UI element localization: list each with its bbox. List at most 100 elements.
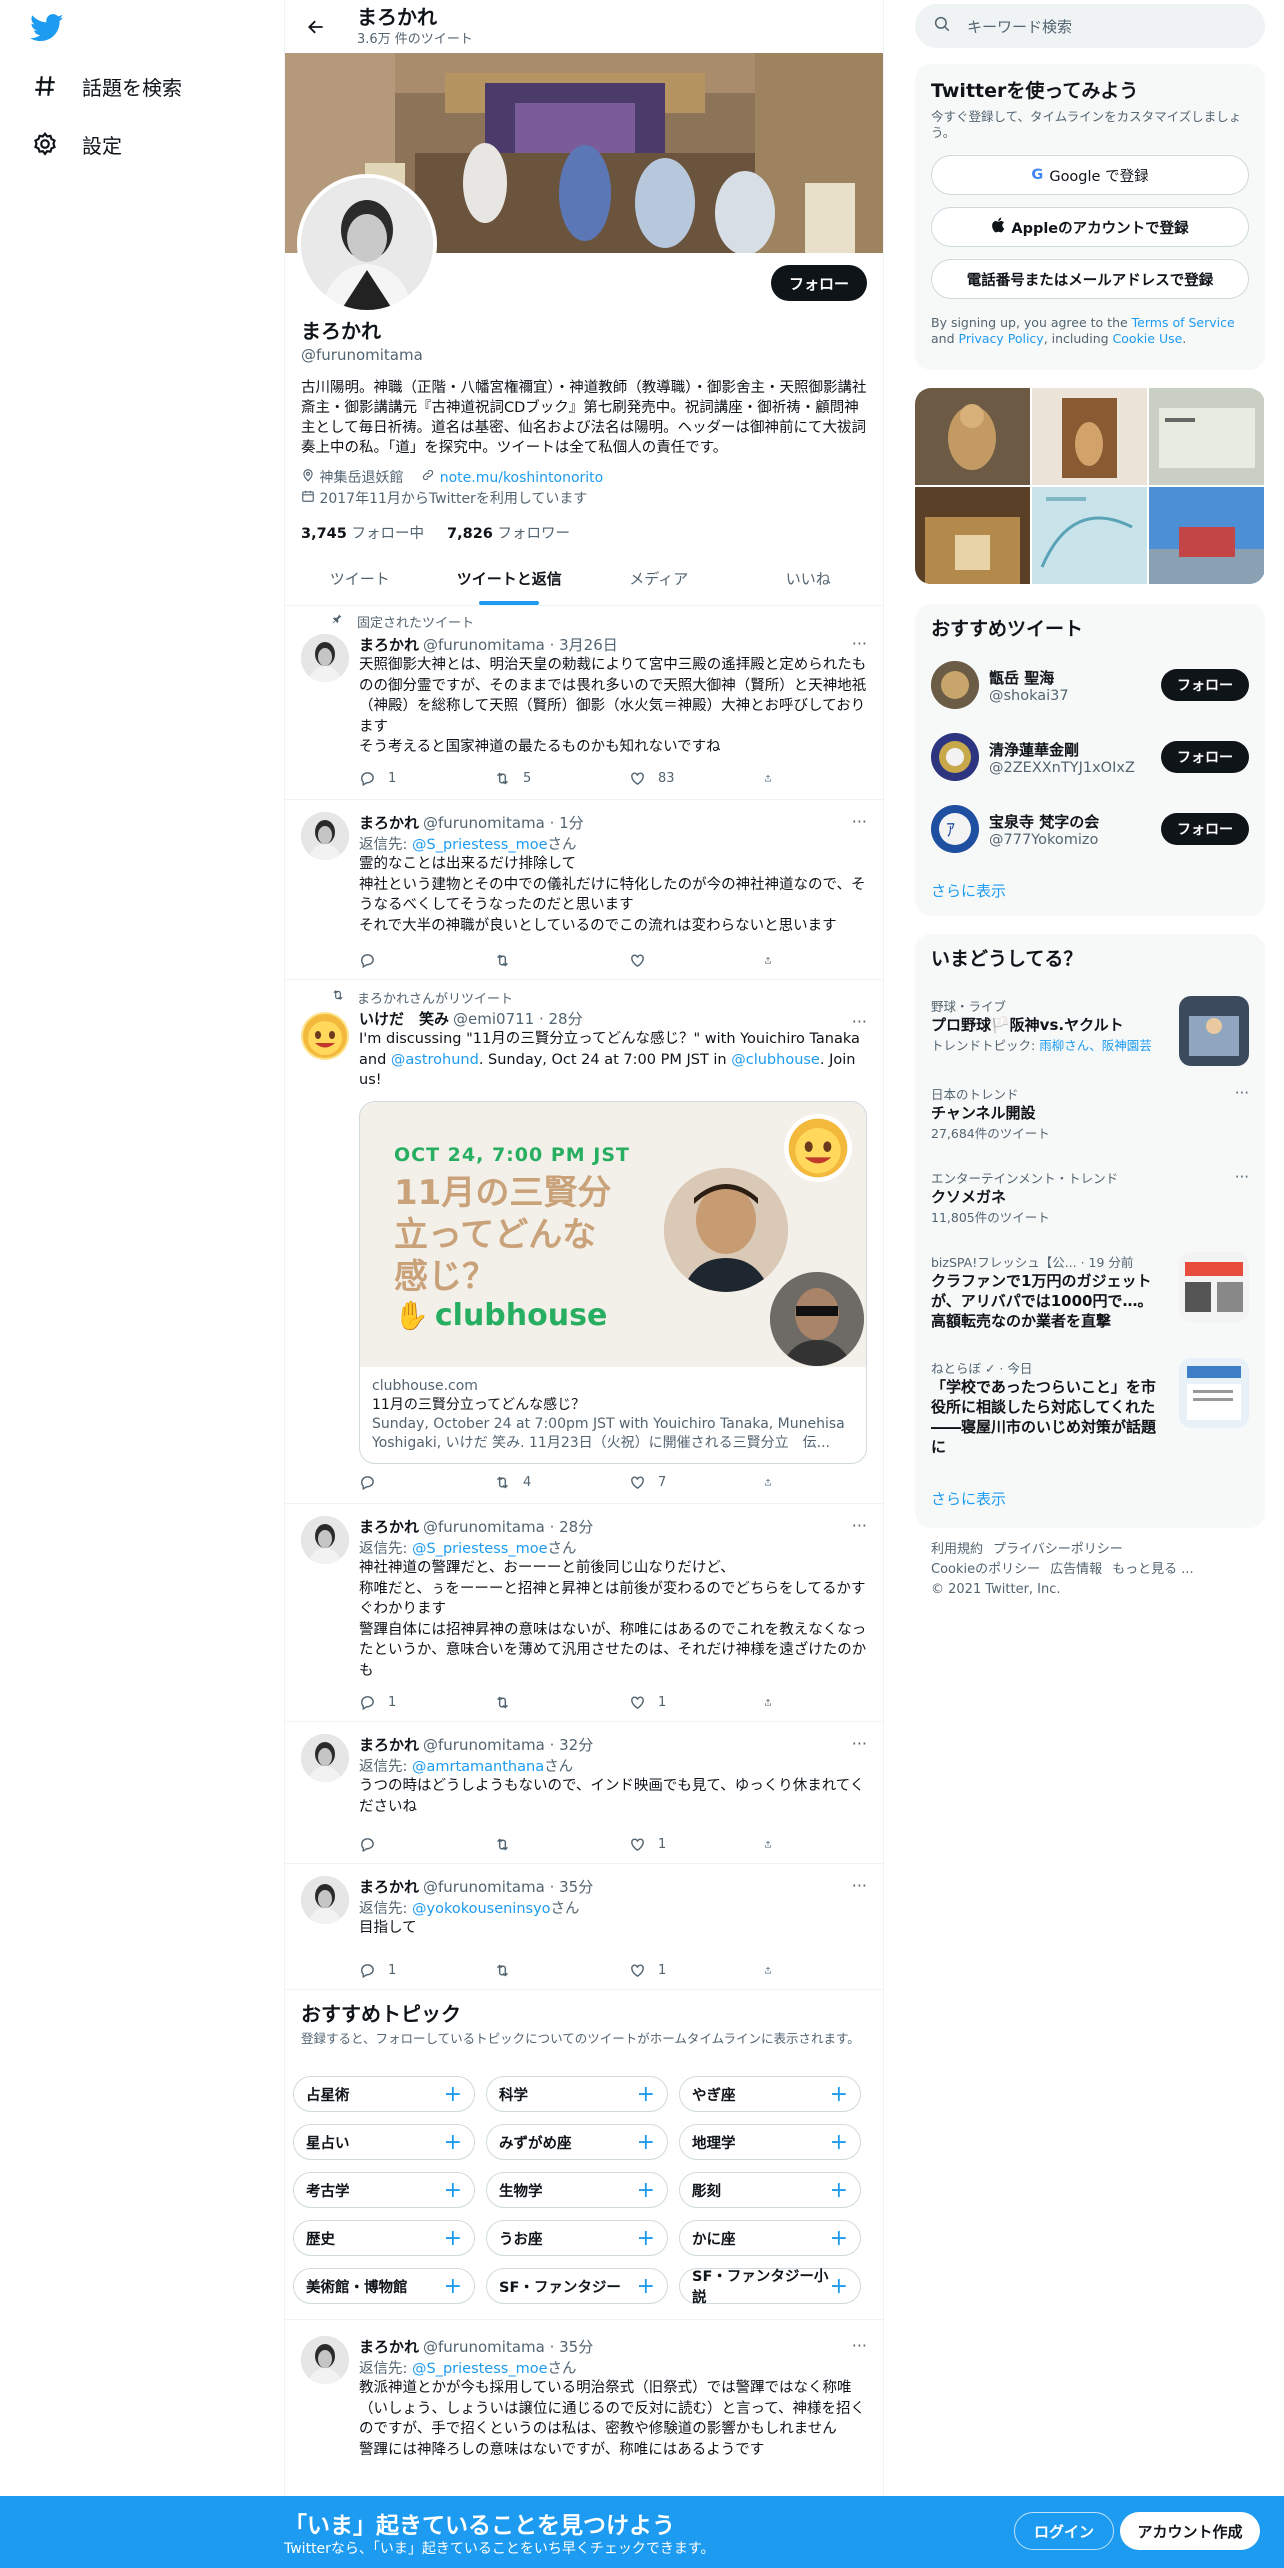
profile-avatar[interactable] bbox=[297, 174, 437, 314]
more-options-icon[interactable]: ··· bbox=[852, 634, 867, 653]
like-button[interactable]: 1 bbox=[629, 1692, 729, 1712]
retweet-button[interactable]: 4 bbox=[494, 1472, 594, 1492]
like-button[interactable]: 83 bbox=[629, 768, 729, 788]
topic-chip[interactable]: 占星術 + bbox=[293, 2076, 475, 2112]
footer-link[interactable]: Cookieのポリシー bbox=[931, 1562, 1040, 1577]
search-box[interactable]: キーワード検索 bbox=[915, 4, 1265, 48]
topic-chip[interactable]: 彫刻 + bbox=[679, 2172, 861, 2208]
who-show-more-link[interactable]: さらに表示 bbox=[931, 880, 1006, 901]
topic-chip[interactable]: 考古学 + bbox=[293, 2172, 475, 2208]
topic-chip[interactable]: 星占い + bbox=[293, 2124, 475, 2160]
tweet-retweet[interactable]: まろかれさんがリツイート ··· いけだ 笑み @emi0711 · 28分 I'… bbox=[285, 980, 883, 1504]
reply-to-mention[interactable]: @S_priestess_moe bbox=[412, 2361, 548, 2377]
like-button[interactable]: 7 bbox=[629, 1472, 729, 1492]
like-button[interactable]: 1 bbox=[629, 1960, 729, 1980]
share-button[interactable] bbox=[764, 1472, 784, 1492]
mention-link[interactable]: @clubhouse bbox=[731, 1052, 820, 1068]
media-thumbnail[interactable] bbox=[915, 388, 1030, 485]
google-signup-button[interactable]: G Google で登録 bbox=[931, 155, 1249, 195]
more-options-icon[interactable]: ··· bbox=[852, 2336, 867, 2355]
phone-email-signup-button[interactable]: 電話番号またはメールアドレスで登録 bbox=[931, 259, 1249, 299]
tweet-reply[interactable]: ··· まろかれ @furunomitama · 32分 返信先: @amrtam… bbox=[285, 1722, 883, 1864]
nav-explore[interactable]: 話題を検索 bbox=[30, 66, 182, 106]
reply-button[interactable]: 1 bbox=[359, 1960, 459, 1980]
nav-settings[interactable]: 設定 bbox=[30, 124, 122, 164]
reply-to-mention[interactable]: @S_priestess_moe bbox=[412, 1541, 548, 1557]
share-button[interactable] bbox=[764, 1834, 784, 1854]
mention-link[interactable]: @astrohund bbox=[391, 1052, 479, 1068]
tweet-avatar[interactable] bbox=[301, 2336, 349, 2384]
follow-button[interactable]: フォロー bbox=[770, 265, 867, 301]
topic-chip[interactable]: みずがめ座 + bbox=[486, 2124, 668, 2160]
tweet-avatar[interactable] bbox=[301, 1734, 349, 1782]
twitter-logo-icon[interactable] bbox=[30, 14, 66, 44]
topic-chip[interactable]: うお座 + bbox=[486, 2220, 668, 2256]
retweet-button[interactable] bbox=[494, 950, 594, 970]
media-thumbnail[interactable] bbox=[1149, 487, 1264, 584]
tweet-pinned[interactable]: 固定されたツイート ··· まろかれ @furunomitama · 3月26日 … bbox=[285, 606, 883, 800]
login-button[interactable]: ログイン bbox=[1014, 2512, 1114, 2550]
more-options-icon[interactable]: ··· bbox=[1235, 1168, 1249, 1186]
follow-button[interactable]: フォロー bbox=[1161, 741, 1249, 773]
privacy-policy-link[interactable]: Privacy Policy bbox=[959, 331, 1044, 346]
footer-link[interactable]: プライバシーポリシー bbox=[993, 1542, 1123, 1557]
apple-signup-button[interactable]: Appleのアカウントで登録 bbox=[931, 207, 1249, 247]
tweet-reply[interactable]: ··· まろかれ @furunomitama · 1分 返信先: @S_pries… bbox=[285, 800, 883, 980]
share-button[interactable] bbox=[764, 1692, 784, 1712]
media-thumbnail[interactable] bbox=[1032, 487, 1147, 584]
reply-button[interactable]: 1 bbox=[359, 1692, 459, 1712]
who-item[interactable]: ｱ 宝泉寺 梵字の会 @777Yokomizo フォロー bbox=[931, 804, 1249, 854]
tab-likes[interactable]: いいね bbox=[734, 552, 884, 605]
retweet-button[interactable] bbox=[494, 1960, 594, 1980]
tweet-avatar[interactable] bbox=[301, 1516, 349, 1564]
reply-button[interactable] bbox=[359, 1472, 459, 1492]
media-thumbnail[interactable] bbox=[1032, 388, 1147, 485]
tweet-avatar[interactable] bbox=[301, 1876, 349, 1924]
more-options-icon[interactable]: ··· bbox=[852, 812, 867, 831]
following-link[interactable]: 3,745 フォロー中 bbox=[301, 526, 424, 542]
tweet-avatar[interactable] bbox=[301, 634, 349, 682]
news-item[interactable]: ねとらぼ ✓ · 今日 「学校であったつらいこと」を市役所に相談したら対応してく… bbox=[931, 1358, 1249, 1458]
topic-chip[interactable]: 歴史 + bbox=[293, 2220, 475, 2256]
back-arrow-icon[interactable] bbox=[299, 10, 333, 44]
who-item[interactable]: 甑岳 聖海 @shokai37 フォロー bbox=[931, 660, 1249, 710]
follow-button[interactable]: フォロー bbox=[1161, 813, 1249, 845]
tweet-reply[interactable]: ··· まろかれ @furunomitama · 28分 返信先: @S_prie… bbox=[285, 1504, 883, 1722]
topic-chip[interactable]: 生物学 + bbox=[486, 2172, 668, 2208]
follow-button[interactable]: フォロー bbox=[1161, 669, 1249, 701]
retweet-button[interactable]: 5 bbox=[494, 768, 594, 788]
more-options-icon[interactable]: ··· bbox=[1235, 1084, 1249, 1102]
followers-link[interactable]: 7,826 フォロワー bbox=[447, 526, 570, 542]
who-item[interactable]: 清浄蓮華金剛 @2ZEXXnTYJ1xOIxZ フォロー bbox=[931, 732, 1249, 782]
tweet-reply[interactable]: ··· まろかれ @furunomitama · 35分 返信先: @yokoko… bbox=[285, 1864, 883, 1990]
tab-tweets-and-replies[interactable]: ツイートと返信 bbox=[435, 552, 585, 605]
media-thumbnail[interactable] bbox=[1149, 388, 1264, 485]
retweet-button[interactable] bbox=[494, 1834, 594, 1854]
reply-to-mention[interactable]: @yokokouseninsyo bbox=[412, 1901, 551, 1917]
trend-item[interactable]: エンターテインメント・トレンド クソメガネ 11,805件のツイート ··· bbox=[931, 1168, 1249, 1238]
topic-chip[interactable]: SF・ファンタジー + bbox=[486, 2268, 668, 2304]
media-thumbnail[interactable] bbox=[915, 487, 1030, 584]
topic-chip[interactable]: やぎ座 + bbox=[679, 2076, 861, 2112]
retweet-button[interactable] bbox=[494, 1692, 594, 1712]
topic-chip[interactable]: 地理学 + bbox=[679, 2124, 861, 2160]
like-button[interactable] bbox=[629, 950, 729, 970]
more-options-icon[interactable]: ··· bbox=[852, 1012, 867, 1031]
trends-show-more-link[interactable]: さらに表示 bbox=[931, 1488, 1006, 1509]
reply-button[interactable] bbox=[359, 1834, 459, 1854]
share-button[interactable] bbox=[764, 950, 784, 970]
more-options-icon[interactable]: ··· bbox=[852, 1516, 867, 1535]
reply-button[interactable]: 1 bbox=[359, 768, 459, 788]
footer-link[interactable]: もっと見る ... bbox=[1112, 1562, 1194, 1577]
reply-to-mention[interactable]: @amrtamanthana bbox=[412, 1759, 544, 1775]
trend-item[interactable]: 野球・ライブ プロ野球🏳️阪神vs.ヤクルト トレンドトピック: 雨柳さん、阪神… bbox=[931, 996, 1249, 1070]
signup-button[interactable]: アカウント作成 bbox=[1120, 2512, 1260, 2550]
tweet-avatar[interactable] bbox=[301, 1012, 349, 1060]
news-item[interactable]: bizSPA!フレッシュ【公... · 19 分前 クラファンで1万円のガジェッ… bbox=[931, 1252, 1249, 1352]
cookie-use-link[interactable]: Cookie Use bbox=[1113, 331, 1183, 346]
footer-link[interactable]: 利用規約 bbox=[931, 1542, 983, 1557]
topic-chip[interactable]: SF・ファンタジー小説 + bbox=[679, 2268, 861, 2306]
more-options-icon[interactable]: ··· bbox=[852, 1734, 867, 1753]
profile-website-link[interactable]: note.mu/koshintonorito bbox=[440, 470, 604, 486]
topic-chip[interactable]: 科学 + bbox=[486, 2076, 668, 2112]
